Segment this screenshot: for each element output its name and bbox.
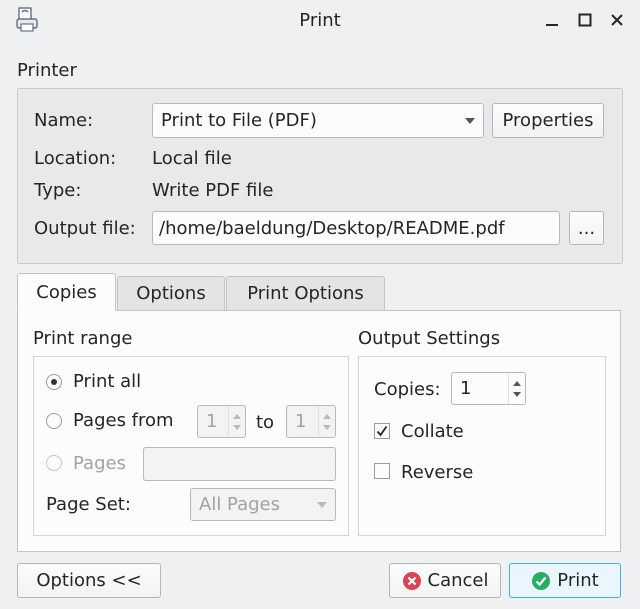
chevron-down-icon — [317, 501, 327, 508]
printer-group-label: Printer — [17, 60, 77, 81]
copies-value: 1 — [460, 378, 472, 399]
spin-up-icon[interactable] — [233, 413, 241, 419]
collate-label[interactable]: Collate — [401, 421, 464, 442]
output-settings-label: Output Settings — [358, 328, 501, 349]
location-value: Local file — [152, 148, 232, 169]
browse-button[interactable]: ... — [569, 211, 604, 245]
collate-checkbox[interactable] — [374, 423, 390, 439]
printer-name-value: Print to File (PDF) — [161, 110, 317, 131]
tab-copies[interactable]: Copies — [17, 273, 116, 311]
cancel-label: Cancel — [427, 570, 489, 591]
print-all-radio[interactable] — [46, 374, 62, 390]
print-all-label[interactable]: Print all — [73, 371, 141, 392]
close-icon[interactable] — [605, 8, 629, 32]
spin-up-icon[interactable] — [323, 413, 331, 419]
to-label: to — [256, 412, 275, 433]
pages-from-radio[interactable] — [46, 413, 62, 429]
minimize-icon[interactable] — [540, 8, 564, 32]
checkmark-circle-icon — [532, 571, 551, 590]
page-set-combo[interactable]: All Pages — [190, 488, 336, 521]
name-label: Name: — [34, 110, 94, 131]
to-page-value: 1 — [295, 411, 307, 432]
cancel-icon — [402, 571, 421, 590]
page-set-label: Page Set: — [46, 494, 131, 515]
pages-input[interactable] — [143, 447, 336, 481]
location-label: Location: — [34, 148, 117, 169]
copies-label: Copies: — [374, 379, 441, 400]
spin-down-icon[interactable] — [323, 424, 331, 430]
checkmark-icon — [376, 425, 388, 437]
print-range-label: Print range — [33, 328, 133, 349]
title-bar: Print — [0, 0, 640, 42]
reverse-checkbox[interactable] — [374, 463, 390, 479]
page-set-value: All Pages — [199, 494, 280, 515]
type-label: Type: — [34, 180, 82, 201]
cancel-button[interactable]: Cancel — [389, 563, 501, 598]
from-page-value: 1 — [206, 411, 218, 432]
pages-radio[interactable] — [46, 455, 62, 471]
from-page-spinbox[interactable]: 1 — [197, 405, 246, 438]
reverse-label[interactable]: Reverse — [401, 462, 473, 483]
output-file-input[interactable]: /home/baeldung/Desktop/README.pdf — [152, 211, 560, 245]
pages-from-label[interactable]: Pages from — [73, 410, 174, 431]
spin-up-icon[interactable] — [513, 380, 521, 386]
copies-spinbox[interactable]: 1 — [451, 372, 526, 405]
spin-down-icon[interactable] — [233, 424, 241, 430]
pages-label[interactable]: Pages — [73, 453, 126, 474]
options-toggle-button[interactable]: Options << — [17, 563, 161, 598]
printer-name-combo[interactable]: Print to File (PDF) — [152, 103, 484, 138]
to-page-spinbox[interactable]: 1 — [286, 405, 336, 438]
chevron-down-icon — [465, 117, 475, 124]
spin-down-icon[interactable] — [513, 391, 521, 397]
print-button[interactable]: Print — [509, 563, 621, 598]
output-file-label: Output file: — [34, 218, 136, 239]
tab-options[interactable]: Options — [117, 276, 225, 310]
maximize-icon[interactable] — [573, 8, 597, 32]
type-value: Write PDF file — [152, 180, 274, 201]
tab-print-options[interactable]: Print Options — [226, 276, 385, 310]
properties-button[interactable]: Properties — [492, 103, 604, 138]
print-label: Print — [557, 570, 599, 591]
